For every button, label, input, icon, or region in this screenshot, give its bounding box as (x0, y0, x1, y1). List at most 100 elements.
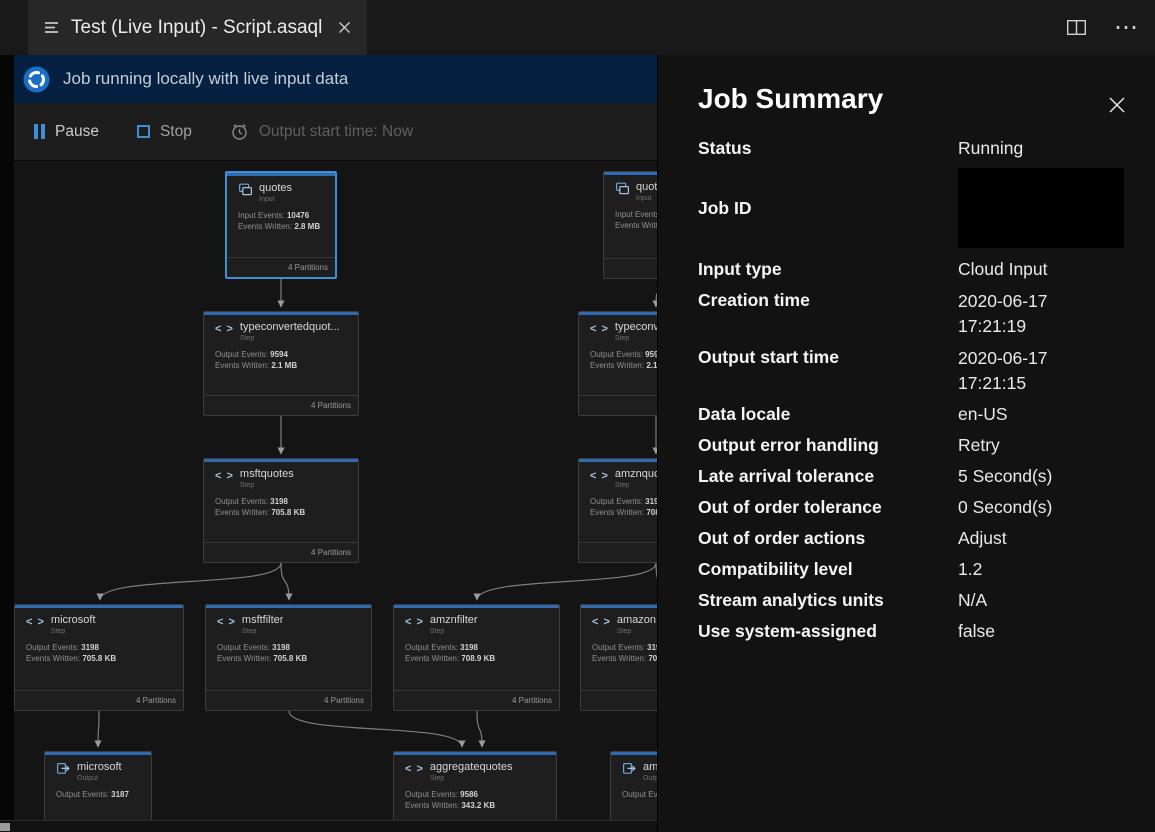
notification-message: Job running locally with live input data (63, 69, 348, 89)
summary-value: 5 Second(s) (958, 465, 1128, 487)
step-icon: < > (215, 468, 234, 483)
pause-icon (34, 124, 45, 139)
node-type-label: Step (615, 334, 657, 343)
diagram-node-amznquotes[interactable]: < >amznquotesStepOutput Events: 3198Even… (578, 458, 657, 563)
summary-row: Job ID (698, 168, 1155, 248)
horizontal-scrollbar[interactable] (0, 820, 657, 832)
node-type-label: Step (240, 334, 340, 343)
node-stat: Input Events: 10476 (238, 210, 327, 221)
summary-label: Stream analytics units (698, 589, 958, 611)
summary-row: Data localeen-US (698, 403, 1155, 425)
node-title: microsoft (77, 761, 122, 774)
diagram-edge (98, 711, 99, 747)
summary-value: 2020-06-17 17:21:15 (958, 346, 1108, 396)
file-icon (44, 21, 59, 34)
output-icon (56, 761, 71, 776)
pause-label: Pause (55, 123, 99, 141)
summary-row: Out of order tolerance0 Second(s) (698, 496, 1155, 518)
job-summary-panel: Job Summary StatusRunning Job ID Input typ… (657, 55, 1155, 832)
node-partitions-label: 4 Partitions (204, 542, 358, 562)
node-stat: Input Events: 10476 (615, 209, 657, 220)
step-icon: < > (405, 761, 424, 776)
diagram-node-msftquotes[interactable]: < >msftquotesStepOutput Events: 3198Even… (203, 458, 359, 563)
diagram-node-microsoft-output[interactable]: microsoftOutputOutput Events: 3187 (44, 751, 152, 820)
node-stat: Output Events: 3187 (56, 789, 143, 800)
summary-label: Out of order tolerance (698, 496, 958, 518)
diagram-node-quotes-2[interactable]: quotesInputInput Events: 10476Events Wri… (603, 171, 657, 279)
node-type-label: Step (430, 627, 478, 636)
summary-value: Adjust (958, 527, 1128, 549)
more-actions-icon[interactable]: ⋯ (1114, 18, 1139, 38)
node-partitions-label: 4 Partitions (204, 395, 358, 415)
diagram-node-aggregatequotes[interactable]: < >aggregatequotesStepOutput Events: 958… (393, 751, 557, 820)
node-partitions-label: 4 Partitions (15, 690, 183, 710)
summary-value: 2020-06-17 17:21:19 (958, 289, 1108, 339)
node-stat: Output Events: 9594 (215, 349, 350, 360)
node-type-label: Step (615, 481, 657, 490)
node-stat: Output Events: 3198 (592, 642, 657, 653)
node-stat: Events Written: 705.8 KB (26, 653, 175, 664)
diagram-node-msftfilter[interactable]: < >msftfilterStepOutput Events: 3198Even… (205, 604, 372, 711)
node-stat: Output Events: (622, 789, 657, 800)
job-summary-title: Job Summary (698, 82, 1155, 116)
step-icon: < > (26, 614, 45, 629)
node-title: amazon (643, 761, 657, 774)
summary-label: Output error handling (698, 434, 958, 456)
tab-test-live-input[interactable]: Test (Live Input) - Script.asaql (28, 0, 367, 55)
notification-bar: Job running locally with live input data (14, 55, 657, 103)
summary-value: Retry (958, 434, 1128, 456)
step-icon: < > (590, 468, 609, 483)
tab-title: Test (Live Input) - Script.asaql (71, 17, 322, 39)
node-stat: Output Events: 3198 (590, 496, 657, 507)
node-stat: Events Written: 2.1 MB (215, 360, 350, 371)
diagram-node-microsoft[interactable]: < >microsoftStepOutput Events: 3198Event… (14, 604, 184, 711)
diagram-node-amazon[interactable]: < >amazonStepOutput Events: 3198Events W… (580, 604, 657, 711)
node-stat: Events Written: 708.9 KB (590, 507, 657, 518)
stop-button[interactable]: Stop (137, 123, 192, 141)
node-type-label: Input (259, 195, 292, 204)
summary-label: Compatibility level (698, 558, 958, 580)
node-stat: Output Events: 3198 (26, 642, 175, 653)
job-toolbar: Pause Stop Output start time: Now (14, 103, 657, 160)
summary-label: Out of order actions (698, 527, 958, 549)
node-type-label: Step (240, 481, 294, 490)
summary-value: false (958, 620, 1128, 642)
node-stat: Events Written: 343.2 KB (405, 800, 548, 811)
pause-button[interactable]: Pause (34, 123, 99, 141)
node-type-label: Input (636, 194, 657, 203)
diagram-node-amazon-output[interactable]: amazonOutputOutput Events: (610, 751, 657, 820)
stop-label: Stop (160, 123, 192, 141)
summary-label: Data locale (698, 403, 958, 425)
app-window: Job running locally with live input data… (0, 0, 1155, 832)
panel-close-button[interactable] (1107, 95, 1127, 115)
job-id-redacted-box (958, 168, 1124, 248)
node-stat: Output Events: 3198 (405, 642, 551, 653)
node-title: amazon (617, 614, 656, 627)
summary-label: Input type (698, 258, 958, 280)
summary-value: 0 Second(s) (958, 496, 1128, 518)
split-editor-icon[interactable] (1067, 20, 1086, 35)
node-title: quotes (259, 182, 292, 195)
node-title: msftfilter (242, 614, 284, 627)
summary-value: Running (958, 137, 1128, 159)
summary-row: Late arrival tolerance5 Second(s) (698, 465, 1155, 487)
node-title: aggregatequotes (430, 761, 513, 774)
summary-row: Compatibility level1.2 (698, 558, 1155, 580)
diagram-node-typeconvertedquotes[interactable]: < >typeconvertedquot...StepOutput Events… (203, 311, 359, 416)
tab-close-icon[interactable] (338, 21, 351, 34)
diagram-node-quotes[interactable]: quotesInputInput Events: 10476Events Wri… (225, 171, 337, 279)
diagram-canvas[interactable]: quotesInputInput Events: 10476Events Wri… (14, 160, 657, 820)
node-partitions-label: 4 Partitions (206, 690, 371, 710)
summary-row: Creation time2020-06-17 17:21:19 (698, 289, 1155, 339)
scrollbar-thumb[interactable] (0, 823, 10, 831)
diagram-node-amznfilter[interactable]: < >amznfilterStepOutput Events: 3198Even… (393, 604, 560, 711)
summary-row: Out of order actionsAdjust (698, 527, 1155, 549)
output-start-time-item: Output start time: Now (230, 122, 413, 141)
step-icon: < > (590, 321, 609, 336)
node-partitions-label: 4 Partitions (579, 542, 657, 562)
summary-label: Status (698, 137, 958, 159)
summary-label: Output start time (698, 346, 958, 368)
editor-actions: ⋯ (1067, 0, 1139, 55)
diagram-node-typeconvertedquotes-2[interactable]: < >typeconvertedquot...StepOutput Events… (578, 311, 657, 416)
node-stat: Events Written: 2.1 MB (590, 360, 657, 371)
